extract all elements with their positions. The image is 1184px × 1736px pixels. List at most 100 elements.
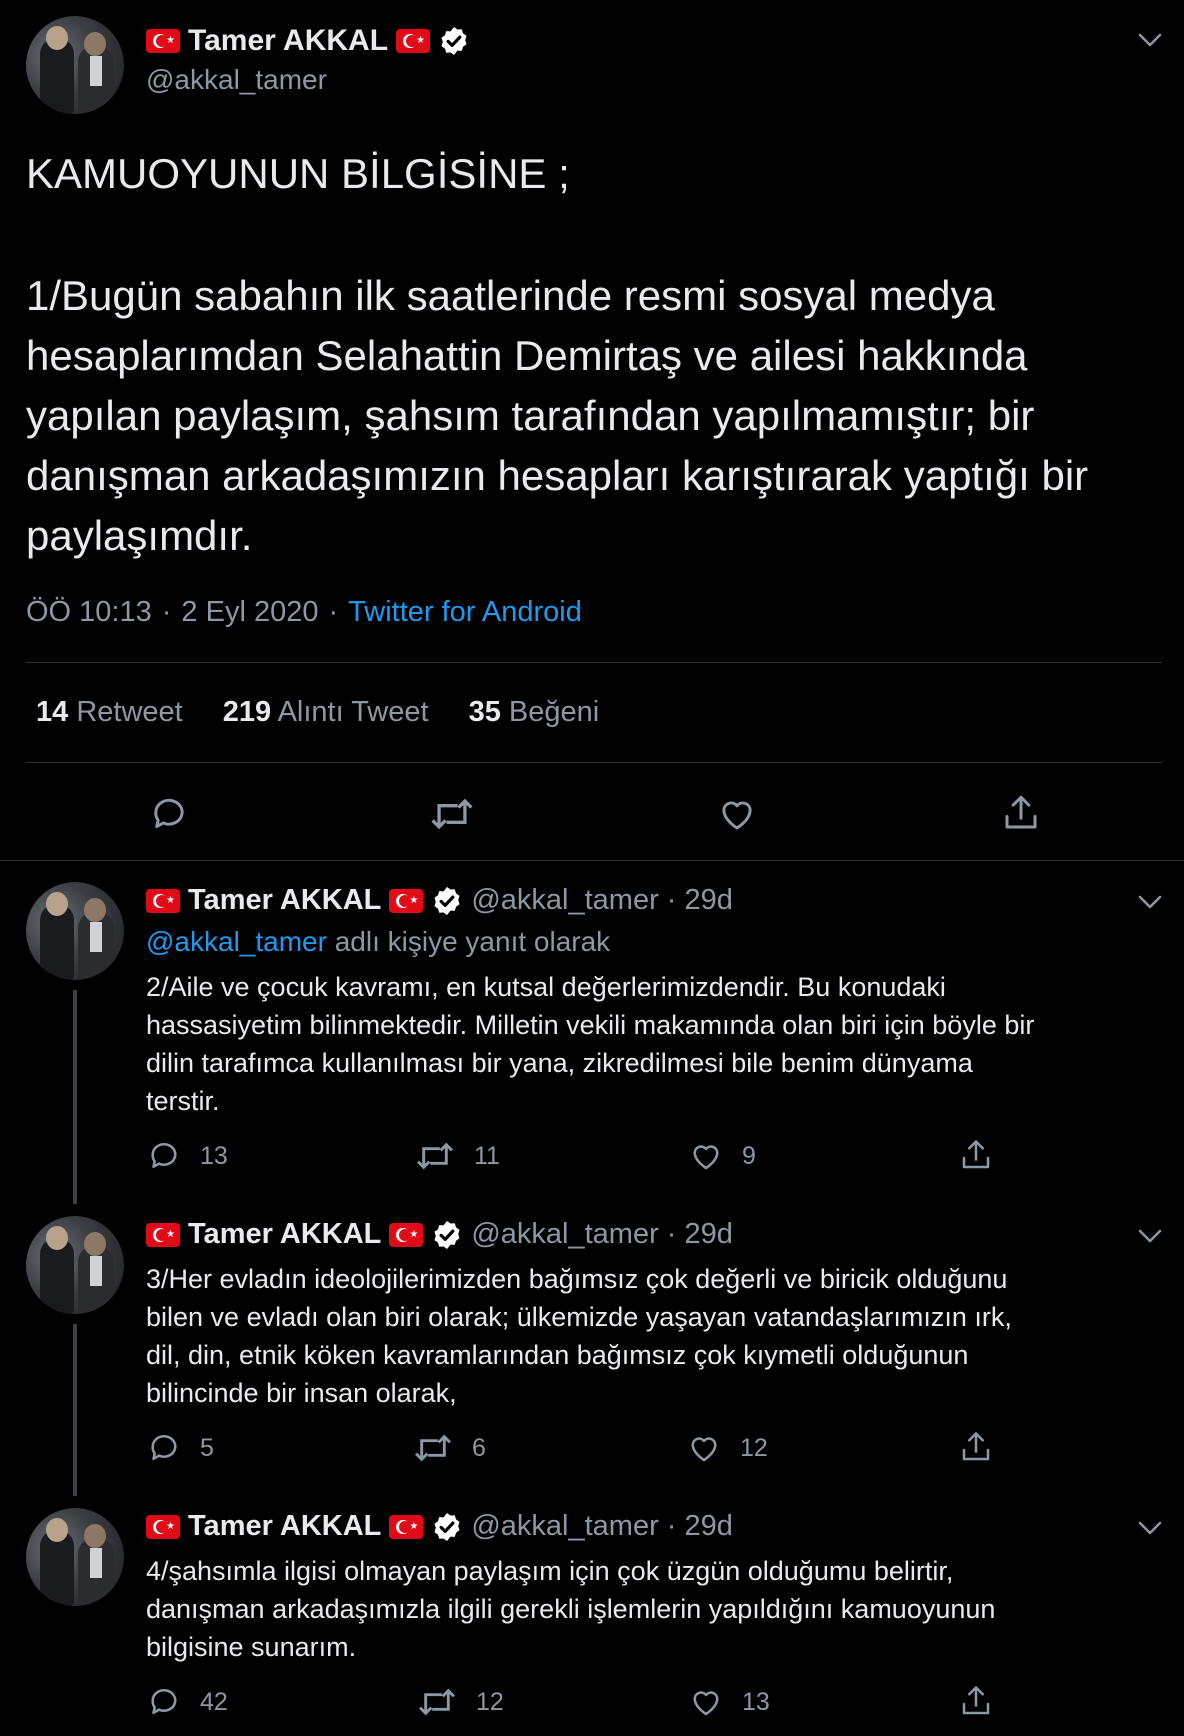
reply-icon[interactable] — [146, 1430, 182, 1466]
meta-dot: · — [328, 596, 339, 628]
avatar[interactable] — [26, 1508, 124, 1606]
reply-text-line: 2/Aile ve çocuk kavramı, en kutsal değer… — [146, 972, 946, 1002]
reply-text-line: bilen ve evladı olan biri olarak; ülkemi… — [146, 1302, 1012, 1332]
retweet-action[interactable]: 6 — [412, 1430, 486, 1466]
divider — [0, 860, 1184, 861]
turkey-flag-icon: ★ — [146, 29, 180, 53]
tweet-body-line: paylaşımdır. — [26, 512, 253, 559]
reply-icon[interactable] — [146, 1684, 182, 1720]
like-count: 13 — [742, 1687, 770, 1716]
retweet-icon[interactable] — [416, 1684, 458, 1720]
reply-header: ★ Tamer AKKAL ★ @akkal_tamer · 29d — [146, 1218, 733, 1251]
author-name[interactable]: Tamer AKKAL — [188, 1218, 381, 1251]
tweet-time[interactable]: ÖÖ 10:13 — [26, 596, 152, 629]
retweet-icon[interactable] — [428, 793, 476, 835]
author-name[interactable]: Tamer AKKAL — [188, 24, 388, 58]
like-count: 35 — [468, 696, 501, 728]
meta-dot: · — [666, 1510, 677, 1542]
reply-action[interactable]: 5 — [146, 1430, 214, 1466]
tweet-body-line: 1/Bugün sabahın ilk saatlerinde resmi so… — [26, 272, 995, 319]
reply-count: 5 — [200, 1433, 214, 1462]
reply-text-line: 4/şahsımla ilgisi olmayan paylaşım için … — [146, 1556, 954, 1586]
reply-text-line: dil, din, etnik köken kavramlarından bağ… — [146, 1340, 969, 1370]
reply-to-handle[interactable]: @akkal_tamer — [146, 926, 327, 957]
tweet-source-link[interactable]: Twitter for Android — [348, 596, 582, 629]
like-action[interactable]: 12 — [686, 1430, 768, 1466]
retweet-count: 12 — [476, 1687, 504, 1716]
reply-icon[interactable] — [146, 1138, 182, 1174]
tweet-body: 1/Bugün sabahın ilk saatlerinde resmi so… — [26, 266, 1088, 566]
turkey-flag-icon: ★ — [396, 29, 431, 53]
reply-count: 42 — [200, 1687, 228, 1716]
author-handle[interactable]: @akkal_tamer — [471, 1510, 658, 1543]
tweet-age[interactable]: 29d — [684, 1218, 732, 1251]
like-icon[interactable] — [716, 793, 758, 835]
turkey-flag-icon: ★ — [389, 888, 424, 913]
chevron-down-icon[interactable] — [1136, 1518, 1164, 1538]
share-icon[interactable] — [958, 1136, 994, 1174]
reply-icon[interactable] — [148, 793, 190, 835]
turkey-flag-icon: ★ — [146, 1514, 180, 1539]
reply-action[interactable]: 13 — [146, 1138, 228, 1174]
avatar[interactable] — [26, 16, 124, 114]
retweet-action[interactable]: 12 — [416, 1684, 504, 1720]
reply-text-line: danışman arkadaşımızla ilgili gerekli iş… — [146, 1594, 996, 1624]
tweet-age[interactable]: 29d — [684, 1510, 732, 1543]
quote-count: 219 — [222, 696, 272, 728]
tweet-age[interactable]: 29d — [684, 884, 732, 917]
tweet-meta: ÖÖ 10:13 · 2 Eyl 2020 · Twitter for Andr… — [26, 596, 582, 629]
like-icon[interactable] — [688, 1138, 724, 1174]
share-icon[interactable] — [1000, 791, 1042, 835]
reply-context: @akkal_tamer adlı kişiye yanıt olarak — [146, 926, 610, 958]
author-line: ★ Tamer AKKAL ★ — [146, 24, 470, 58]
retweet-action[interactable]: 11 — [414, 1138, 500, 1174]
reply-to-suffix: adlı kişiye yanıt olarak — [334, 926, 611, 957]
retweet-label: Retweet — [76, 696, 183, 728]
verified-badge-icon — [441, 27, 467, 55]
author-name[interactable]: Tamer AKKAL — [188, 1510, 381, 1543]
retweet-count: 6 — [472, 1433, 486, 1462]
reply-text-line: terstir. — [146, 1086, 220, 1116]
author-handle[interactable]: @akkal_tamer — [471, 1218, 658, 1251]
verified-badge-icon — [434, 1512, 460, 1541]
like-label: Beğeni — [508, 696, 600, 728]
meta-dot: · — [666, 884, 677, 916]
share-icon[interactable] — [958, 1428, 994, 1466]
verified-badge-icon — [434, 886, 460, 915]
author-handle[interactable]: @akkal_tamer — [146, 64, 327, 96]
chevron-down-icon[interactable] — [1136, 892, 1164, 912]
thread-line — [73, 1324, 77, 1496]
author-handle[interactable]: @akkal_tamer — [471, 884, 658, 917]
author-name[interactable]: Tamer AKKAL — [188, 884, 381, 917]
avatar[interactable] — [26, 882, 124, 980]
reply-text-line: 3/Her evladın ideolojilerimizden bağımsı… — [146, 1264, 1008, 1294]
like-action[interactable]: 13 — [688, 1684, 770, 1720]
reply-action[interactable]: 42 — [146, 1684, 228, 1720]
retweet-icon[interactable] — [414, 1138, 456, 1174]
tweet-date[interactable]: 2 Eyl 2020 — [181, 596, 318, 629]
chevron-down-icon[interactable] — [1136, 1226, 1164, 1246]
reply-text: 4/şahsımla ilgisi olmayan paylaşım için … — [146, 1552, 995, 1666]
meta-dot: · — [666, 1218, 677, 1250]
avatar[interactable] — [26, 1216, 124, 1314]
turkey-flag-icon: ★ — [146, 1222, 180, 1247]
reply-text-line: dilin tarafımca kullanılması bir yana, z… — [146, 1048, 973, 1078]
chevron-down-icon[interactable] — [1136, 30, 1164, 50]
divider — [26, 662, 1162, 663]
turkey-flag-icon: ★ — [389, 1514, 424, 1539]
turkey-flag-icon: ★ — [146, 888, 180, 913]
share-icon[interactable] — [958, 1682, 994, 1720]
retweet-stat[interactable]: 14 Retweet — [36, 696, 183, 729]
quote-stat[interactable]: 219 Alıntı Tweet — [223, 696, 429, 729]
like-stat[interactable]: 35 Beğeni — [469, 696, 600, 729]
reply-text-line: bilincinde bir insan olarak, — [146, 1378, 457, 1408]
tweet-stats: 14 Retweet 219 Alıntı Tweet 35 Beğeni — [36, 696, 599, 729]
tweet-body-line: danışman arkadaşımızın hesapları karıştı… — [26, 452, 1089, 499]
retweet-icon[interactable] — [412, 1430, 454, 1466]
retweet-count: 11 — [474, 1141, 500, 1170]
like-icon[interactable] — [688, 1684, 724, 1720]
like-icon[interactable] — [686, 1430, 722, 1466]
like-action[interactable]: 9 — [688, 1138, 756, 1174]
tweet-body-line: hesaplarımdan Selahattin Demirtaş ve ail… — [26, 332, 1028, 379]
reply-text-line: bilgisine sunarım. — [146, 1632, 357, 1662]
